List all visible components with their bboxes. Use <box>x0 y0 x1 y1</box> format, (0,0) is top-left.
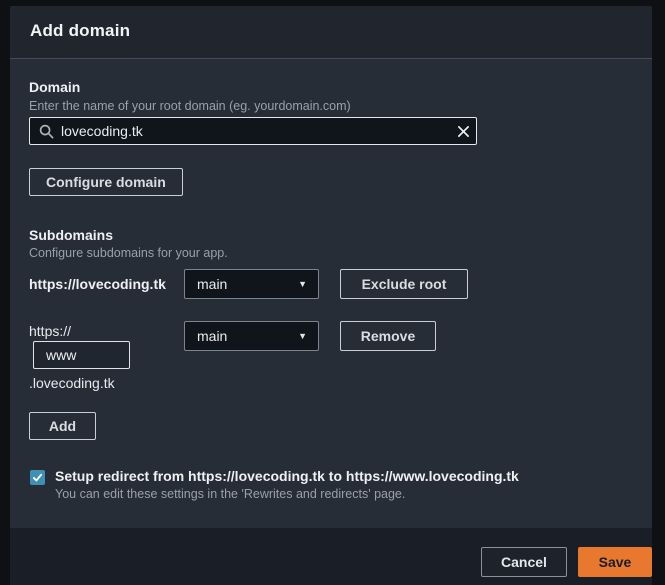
modal-overlay: Add domain Domain Enter the name of your… <box>0 0 665 585</box>
caret-down-icon: ▼ <box>298 280 318 289</box>
remove-button[interactable]: Remove <box>340 321 436 351</box>
branch-select[interactable]: main ▼ <box>184 321 319 351</box>
domain-help: Enter the name of your root domain (eg. … <box>29 99 351 113</box>
redirect-label: Setup redirect from https://lovecoding.t… <box>55 468 519 484</box>
branch-select-value: main <box>185 276 298 292</box>
add-button[interactable]: Add <box>29 412 96 440</box>
modal-body: Domain Enter the name of your root domai… <box>10 59 652 528</box>
configure-domain-button[interactable]: Configure domain <box>29 168 183 196</box>
exclude-root-button[interactable]: Exclude root <box>340 269 468 299</box>
modal-header: Add domain <box>10 6 652 59</box>
page-title: Add domain <box>30 21 130 41</box>
subdomain-url-label: https://lovecoding.tk <box>29 276 166 292</box>
subdomain-prefix-label: https:// <box>29 323 71 339</box>
domain-label: Domain <box>29 79 80 95</box>
subdomains-help: Configure subdomains for your app. <box>29 246 228 260</box>
save-button[interactable]: Save <box>578 547 652 577</box>
domain-search-input[interactable] <box>61 123 450 139</box>
check-icon <box>32 472 43 483</box>
caret-down-icon: ▼ <box>298 332 318 341</box>
redirect-checkbox[interactable] <box>30 470 45 485</box>
redirect-help: You can edit these settings in the 'Rewr… <box>55 487 405 501</box>
clear-icon[interactable] <box>450 118 476 144</box>
search-icon <box>39 124 54 139</box>
subdomains-label: Subdomains <box>29 227 113 243</box>
branch-select-value: main <box>185 328 298 344</box>
branch-select[interactable]: main ▼ <box>184 269 319 299</box>
subdomain-suffix-label: .lovecoding.tk <box>29 375 115 391</box>
domain-search-field <box>29 117 477 145</box>
subdomain-name-input[interactable] <box>33 341 130 369</box>
cancel-button[interactable]: Cancel <box>481 547 567 577</box>
modal-footer: Cancel Save <box>481 547 652 577</box>
add-domain-modal: Add domain Domain Enter the name of your… <box>10 6 652 585</box>
